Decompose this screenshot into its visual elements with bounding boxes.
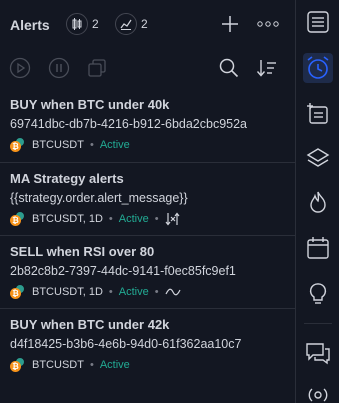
alert-item[interactable]: BUY when BTC under 42k d4f18425-b3b6-4e6… [0, 308, 295, 381]
broadcast-icon [308, 388, 328, 402]
calendar-button[interactable] [303, 233, 333, 263]
alert-message: 69741dbc-db7b-4216-b912-6bda2cbc952a [10, 117, 248, 131]
watchlist-button[interactable] [303, 99, 333, 129]
alert-name: BUY when BTC under 40k [10, 97, 170, 112]
bitcoin-tether-icon: ₿ [10, 211, 26, 227]
chats-button[interactable] [303, 338, 333, 368]
active-count: 2 [92, 17, 99, 31]
alert-meta: ₿ BTCUSDT, 1D • Active • [10, 211, 285, 227]
active-alerts-counter[interactable]: 2 [66, 13, 99, 35]
alert-meta: ₿ BTCUSDT • Active [10, 137, 285, 153]
clone-button[interactable] [85, 56, 109, 80]
alert-symbol: BTCUSDT [32, 139, 84, 151]
sort-icon [256, 60, 276, 77]
calendar-icon [307, 237, 329, 259]
streams-button[interactable] [303, 380, 333, 403]
menu-button[interactable] [303, 7, 333, 37]
chat-icon [306, 343, 330, 365]
bitcoin-tether-icon: ₿ [10, 284, 26, 300]
more-options-button[interactable] [256, 12, 280, 36]
hotlists-button[interactable] [303, 187, 333, 217]
add-list-icon [307, 103, 328, 124]
resume-all-button[interactable] [8, 56, 32, 80]
alert-symbol: BTCUSDT [32, 359, 84, 371]
alert-symbol: BTCUSDT, 1D [32, 213, 103, 225]
alert-status: Active [99, 359, 130, 371]
object-tree-button[interactable] [303, 143, 333, 173]
copy-icon [88, 59, 106, 77]
alert-status: Active [118, 213, 149, 225]
alert-item[interactable]: BUY when BTC under 40k 69741dbc-db7b-421… [0, 89, 295, 162]
chart-trend-icon [115, 13, 137, 35]
bitcoin-tether-icon: ₿ [10, 357, 26, 373]
stop-all-button[interactable] [47, 56, 71, 80]
separator-dot: • [89, 139, 94, 151]
plus-icon [222, 16, 238, 32]
indicator-wave-icon [165, 287, 181, 297]
separator-dot: • [89, 359, 94, 371]
right-toolbar [295, 0, 339, 403]
add-alert-button[interactable] [218, 12, 242, 36]
play-icon [9, 57, 31, 79]
bitcoin-tether-icon: ₿ [10, 137, 26, 153]
triggered-alerts-counter[interactable]: 2 [115, 13, 148, 35]
alerts-header: Alerts 2 2 [0, 0, 295, 48]
alert-item[interactable]: SELL when RSI over 80 2b82c8b2-7397-44dc… [0, 235, 295, 308]
separator-dot: • [154, 213, 159, 225]
separator-dot: • [108, 286, 113, 298]
alert-item[interactable]: MA Strategy alerts {{strategy.order.aler… [0, 162, 295, 235]
alert-meta: ₿ BTCUSDT, 1D • Active • [10, 284, 285, 300]
ideas-bulb-icon [309, 283, 327, 304]
strategy-icon [165, 212, 181, 226]
alert-symbol: BTCUSDT, 1D [32, 286, 103, 298]
search-button[interactable] [217, 56, 241, 80]
alert-message: d4f18425-b3b6-4e6b-94d0-61f362aa10c7 [10, 337, 242, 351]
alerts-panel: Alerts 2 2 BUY when BTC under 40k 69741d… [0, 0, 295, 403]
alert-meta: ₿ BTCUSDT • Active [10, 357, 285, 373]
ideas-button[interactable] [303, 279, 333, 309]
menu-icon [307, 11, 329, 33]
alarm-clock-icon [307, 56, 329, 79]
alert-name: MA Strategy alerts [10, 171, 124, 186]
pause-icon [48, 57, 70, 79]
alert-message: 2b82c8b2-7397-44dc-9141-f0ec85fc9ef1 [10, 264, 236, 278]
candles-icon [66, 13, 88, 35]
ellipsis-icon [257, 21, 279, 27]
alerts-toolbar [0, 52, 295, 84]
alert-message: {{strategy.order.alert_message}} [10, 191, 188, 205]
search-icon [219, 58, 239, 78]
hotlist-flame-icon [310, 191, 326, 213]
rail-divider [304, 323, 332, 324]
sort-button[interactable] [255, 56, 279, 80]
separator-dot: • [154, 286, 159, 298]
separator-dot: • [108, 213, 113, 225]
panel-title: Alerts [10, 17, 50, 33]
layers-icon [306, 148, 330, 167]
triggered-count: 2 [141, 17, 148, 31]
alert-status: Active [118, 286, 149, 298]
alerts-list: BUY when BTC under 40k 69741dbc-db7b-421… [0, 89, 295, 381]
alert-status: Active [99, 139, 130, 151]
alert-name: SELL when RSI over 80 [10, 244, 155, 259]
alerts-tab-button[interactable] [303, 53, 333, 83]
alert-name: BUY when BTC under 42k [10, 317, 170, 332]
